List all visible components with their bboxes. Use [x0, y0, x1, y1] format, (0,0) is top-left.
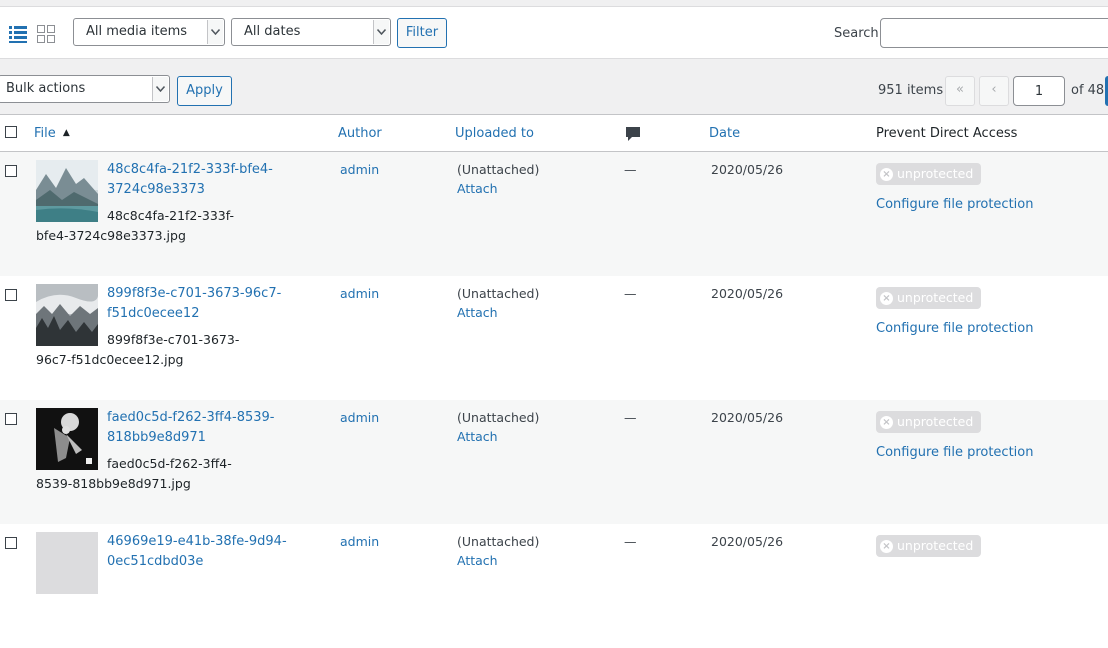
- row-checkbox[interactable]: [5, 289, 17, 301]
- uploaded-to-status: (Unattached): [457, 410, 540, 425]
- media-type-select[interactable]: All media items: [73, 18, 225, 46]
- status-badge-label: unprotected: [897, 166, 974, 181]
- uploaded-to-status: (Unattached): [457, 534, 540, 549]
- media-filter-bar: All media items All dates Filter Search: [0, 6, 1108, 59]
- author-link[interactable]: admin: [340, 284, 379, 303]
- first-page-icon: «: [956, 82, 964, 97]
- column-date[interactable]: Date: [709, 126, 740, 141]
- author-link[interactable]: admin: [340, 408, 379, 427]
- prev-page-button[interactable]: ‹: [979, 76, 1009, 106]
- first-page-button[interactable]: «: [945, 76, 975, 106]
- close-circle-icon: ×: [880, 167, 893, 181]
- attach-link[interactable]: Attach: [457, 179, 498, 198]
- row-checkbox[interactable]: [5, 165, 17, 177]
- attach-link[interactable]: Attach: [457, 303, 498, 322]
- filter-button[interactable]: Filter: [397, 18, 447, 48]
- media-filename: 48c8c4fa-21f2-333f-bfe4-3724c98e3373.jpg: [36, 208, 234, 243]
- upload-date: 2020/05/26: [711, 534, 784, 549]
- column-author[interactable]: Author: [338, 126, 382, 141]
- column-file-label: File: [34, 126, 56, 141]
- comment-count: —: [624, 410, 637, 425]
- configure-protection-link[interactable]: Configure file protection: [876, 443, 1033, 462]
- attach-link[interactable]: Attach: [457, 551, 498, 570]
- column-uploaded-to[interactable]: Uploaded to: [455, 126, 534, 141]
- chevron-down-icon: [207, 20, 223, 44]
- status-badge-label: unprotected: [897, 538, 974, 553]
- media-title-link[interactable]: 48c8c4fa-21f2-333f-bfe4-3724c98e3373: [107, 160, 307, 200]
- status-badge: × unprotected: [876, 535, 982, 557]
- items-count: 951 items: [878, 83, 944, 98]
- media-filename: faed0c5d-f262-3ff4-8539-818bb9e8d971.jpg: [36, 456, 232, 491]
- search-input[interactable]: [880, 18, 1108, 48]
- chevron-down-icon: [373, 20, 389, 44]
- current-page-input[interactable]: [1013, 76, 1065, 106]
- upload-date: 2020/05/26: [711, 286, 784, 301]
- bulk-actions-value: Bulk actions: [6, 81, 86, 96]
- configure-protection-link[interactable]: Configure file protection: [876, 319, 1033, 338]
- author-link[interactable]: admin: [340, 532, 379, 551]
- grid-view-icon[interactable]: [37, 25, 55, 47]
- media-type-value: All media items: [86, 24, 188, 39]
- dates-select[interactable]: All dates: [231, 18, 391, 46]
- status-badge: × unprotected: [876, 163, 982, 185]
- author-link[interactable]: admin: [340, 160, 379, 179]
- total-pages: of 48: [1071, 83, 1105, 98]
- comment-bubble-icon[interactable]: [626, 127, 640, 146]
- media-table-header: File ▲ Author Uploaded to Date Prevent D…: [0, 114, 1108, 152]
- close-circle-icon: ×: [880, 291, 893, 305]
- uploaded-to-status: (Unattached): [457, 162, 540, 177]
- table-row: faed0c5d-f262-3ff4-8539-818bb9e8d971 fae…: [0, 400, 1108, 524]
- select-all-checkbox[interactable]: [5, 126, 17, 138]
- comment-count: —: [624, 534, 637, 549]
- comment-count: —: [624, 162, 637, 177]
- thumbnail-placeholder[interactable]: [36, 532, 98, 594]
- media-title-link[interactable]: faed0c5d-f262-3ff4-8539-818bb9e8d971: [107, 408, 307, 448]
- configure-protection-link[interactable]: Configure file protection: [876, 195, 1033, 214]
- status-badge: × unprotected: [876, 287, 982, 309]
- prev-page-icon: ‹: [991, 82, 997, 97]
- table-row: 899f8f3e-c701-3673-96c7-f51dc0ecee12 899…: [0, 276, 1108, 400]
- list-view-icon[interactable]: [9, 25, 27, 47]
- table-row: 48c8c4fa-21f2-333f-bfe4-3724c98e3373 48c…: [0, 152, 1108, 276]
- status-badge: × unprotected: [876, 411, 982, 433]
- media-title-link[interactable]: 46969e19-e41b-38fe-9d94-0ec51cdbd03e: [107, 532, 307, 572]
- media-filename: 899f8f3e-c701-3673-96c7-f51dc0ecee12.jpg: [36, 332, 240, 367]
- uploaded-to-status: (Unattached): [457, 286, 540, 301]
- status-badge-label: unprotected: [897, 290, 974, 305]
- close-circle-icon: ×: [880, 539, 893, 553]
- bulk-actions-select[interactable]: Bulk actions: [0, 75, 170, 103]
- chevron-down-icon: [152, 77, 168, 101]
- column-prevent-direct-access: Prevent Direct Access: [876, 126, 1018, 141]
- close-circle-icon: ×: [880, 415, 893, 429]
- status-badge-label: unprotected: [897, 414, 974, 429]
- comment-count: —: [624, 286, 637, 301]
- media-title-link[interactable]: 899f8f3e-c701-3673-96c7-f51dc0ecee12: [107, 284, 307, 324]
- attach-link[interactable]: Attach: [457, 427, 498, 446]
- row-checkbox[interactable]: [5, 537, 17, 549]
- table-row: 46969e19-e41b-38fe-9d94-0ec51cdbd03e adm…: [0, 524, 1108, 648]
- column-file[interactable]: File ▲: [34, 126, 70, 141]
- upload-date: 2020/05/26: [711, 162, 784, 177]
- sort-ascending-icon: ▲: [62, 128, 70, 138]
- apply-button[interactable]: Apply: [177, 76, 232, 106]
- upload-date: 2020/05/26: [711, 410, 784, 425]
- search-label: Search: [834, 26, 879, 41]
- row-checkbox[interactable]: [5, 413, 17, 425]
- dates-value: All dates: [244, 24, 301, 39]
